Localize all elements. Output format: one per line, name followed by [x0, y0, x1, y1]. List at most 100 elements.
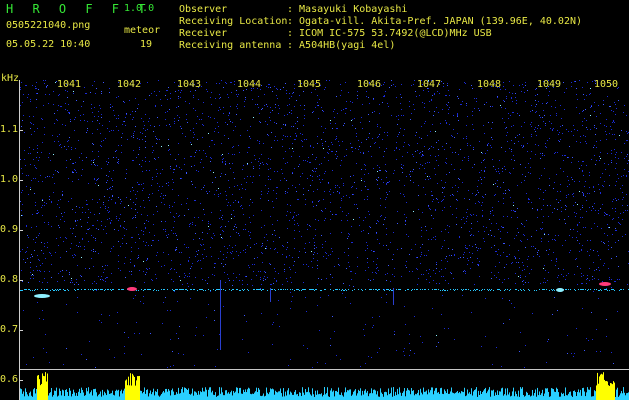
noise-pixel: [582, 308, 583, 309]
trace-pixel: [400, 289, 401, 290]
noise-pixel: [143, 128, 144, 129]
trace-pixel: [614, 290, 615, 291]
noise-pixel: [615, 154, 616, 155]
noise-pixel: [361, 190, 362, 191]
noise-pixel: [316, 247, 317, 248]
noise-pixel: [135, 242, 136, 243]
noise-pixel: [377, 352, 378, 353]
noise-pixel: [30, 187, 31, 188]
noise-pixel: [223, 266, 224, 267]
noise-pixel: [57, 281, 58, 282]
trace-pixel: [500, 290, 501, 291]
noise-pixel: [210, 117, 211, 118]
noise-pixel: [431, 100, 432, 101]
noise-pixel: [589, 193, 590, 194]
noise-pixel: [69, 113, 70, 114]
trace-pixel: [150, 289, 151, 290]
noise-pixel: [96, 88, 97, 89]
noise-pixel: [356, 204, 357, 205]
noise-pixel: [553, 188, 554, 189]
noise-pixel: [305, 199, 306, 200]
noise-pixel: [599, 160, 600, 161]
noise-pixel: [466, 221, 467, 222]
noise-pixel: [414, 109, 415, 110]
noise-pixel: [487, 144, 488, 145]
noise-pixel: [92, 112, 93, 113]
noise-pixel: [502, 171, 503, 172]
noise-pixel: [599, 189, 600, 190]
noise-pixel: [193, 239, 194, 240]
noise-pixel: [397, 223, 398, 224]
noise-pixel: [435, 239, 436, 240]
noise-pixel: [111, 189, 112, 190]
noise-pixel: [111, 220, 112, 221]
trace-pixel: [136, 290, 137, 291]
noise-pixel: [379, 243, 380, 244]
noise-pixel: [379, 113, 380, 114]
noise-pixel: [471, 215, 472, 216]
noise-pixel: [528, 163, 529, 164]
noise-pixel: [143, 296, 144, 297]
noise-pixel: [103, 140, 104, 141]
signal-bar: [35, 393, 36, 400]
noise-pixel: [613, 218, 614, 219]
noise-pixel: [350, 303, 351, 304]
noise-pixel: [125, 117, 126, 118]
noise-pixel: [249, 136, 250, 137]
noise-pixel: [129, 271, 130, 272]
noise-pixel: [97, 120, 98, 121]
spectrogram-plot: [20, 80, 629, 370]
noise-pixel: [492, 106, 493, 107]
noise-pixel: [580, 136, 581, 137]
trace-pixel: [35, 289, 36, 290]
observer-value: : Masayuki Kobayashi: [287, 4, 408, 15]
noise-pixel: [590, 240, 591, 241]
noise-pixel: [617, 279, 618, 280]
noise-pixel: [178, 154, 179, 155]
noise-pixel: [316, 205, 317, 206]
noise-pixel: [499, 160, 500, 161]
noise-pixel: [72, 209, 73, 210]
noise-pixel: [503, 323, 504, 324]
noise-pixel: [313, 238, 314, 239]
noise-pixel: [317, 305, 318, 306]
noise-pixel: [448, 232, 449, 233]
trace-pixel: [221, 289, 222, 290]
trace-pixel: [92, 289, 93, 290]
noise-pixel: [27, 97, 28, 98]
noise-pixel: [447, 261, 448, 262]
trace-pixel: [621, 289, 622, 290]
noise-pixel: [206, 89, 207, 90]
noise-pixel: [97, 202, 98, 203]
noise-pixel: [115, 151, 116, 152]
noise-pixel: [619, 279, 620, 280]
noise-pixel: [558, 140, 559, 141]
noise-pixel: [29, 116, 30, 117]
trace-pixel: [84, 289, 85, 290]
noise-pixel: [399, 149, 400, 150]
noise-pixel: [490, 106, 491, 107]
noise-pixel: [336, 214, 337, 215]
noise-pixel: [299, 251, 300, 252]
noise-pixel: [60, 199, 61, 200]
noise-pixel: [80, 115, 81, 116]
noise-pixel: [469, 252, 470, 253]
noise-pixel: [514, 238, 515, 239]
noise-pixel: [538, 145, 539, 146]
noise-pixel: [137, 212, 138, 213]
noise-pixel: [55, 170, 56, 171]
noise-pixel: [428, 149, 429, 150]
noise-pixel: [83, 101, 84, 102]
noise-pixel: [82, 207, 83, 208]
noise-pixel: [184, 164, 185, 165]
noise-pixel: [167, 111, 168, 112]
noise-pixel: [193, 108, 194, 109]
noise-pixel: [335, 154, 336, 155]
noise-pixel: [156, 138, 157, 139]
noise-pixel: [503, 216, 504, 217]
noise-pixel: [627, 205, 628, 206]
noise-pixel: [297, 223, 298, 224]
noise-pixel: [139, 139, 140, 140]
trace-pixel: [416, 289, 417, 290]
noise-pixel: [185, 136, 186, 137]
